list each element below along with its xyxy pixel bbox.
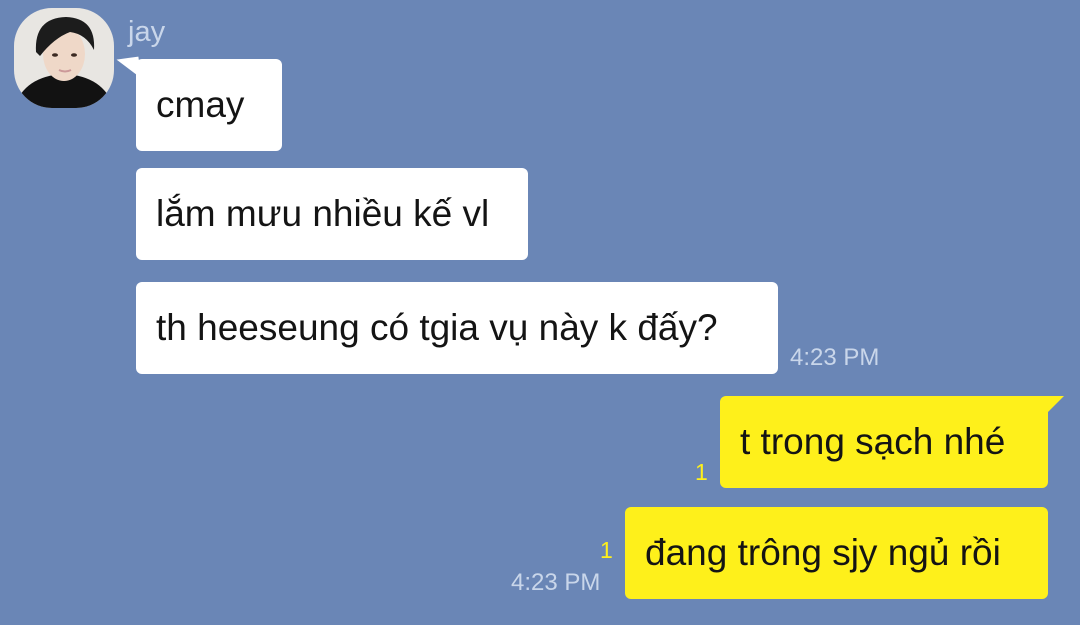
message-text: t trong sạch nhé — [740, 421, 1006, 462]
unread-count: 1 — [695, 459, 708, 485]
unread-count: 1 — [600, 537, 613, 563]
message-bubble-incoming[interactable]: th heeseung có tgia vụ này k đấy? — [136, 282, 778, 374]
message-text: lắm mưu nhiều kế vl — [156, 193, 490, 234]
message-bubble-incoming[interactable]: cmay — [136, 59, 282, 151]
contact-avatar[interactable] — [14, 8, 114, 108]
message-text: th heeseung có tgia vụ này k đấy? — [156, 307, 718, 348]
message-timestamp: 4:23 PM — [511, 569, 601, 596]
message-bubble-outgoing[interactable]: đang trông sjy ngủ rồi — [625, 507, 1048, 599]
message-text: đang trông sjy ngủ rồi — [645, 532, 1001, 573]
sender-name: jay — [128, 16, 166, 48]
message-bubble-outgoing[interactable]: t trong sạch nhé — [720, 396, 1048, 488]
message-timestamp: 4:23 PM — [790, 344, 880, 371]
message-text: cmay — [156, 84, 245, 125]
message-bubble-incoming[interactable]: lắm mưu nhiều kế vl — [136, 168, 528, 260]
avatar-photo — [14, 8, 114, 108]
